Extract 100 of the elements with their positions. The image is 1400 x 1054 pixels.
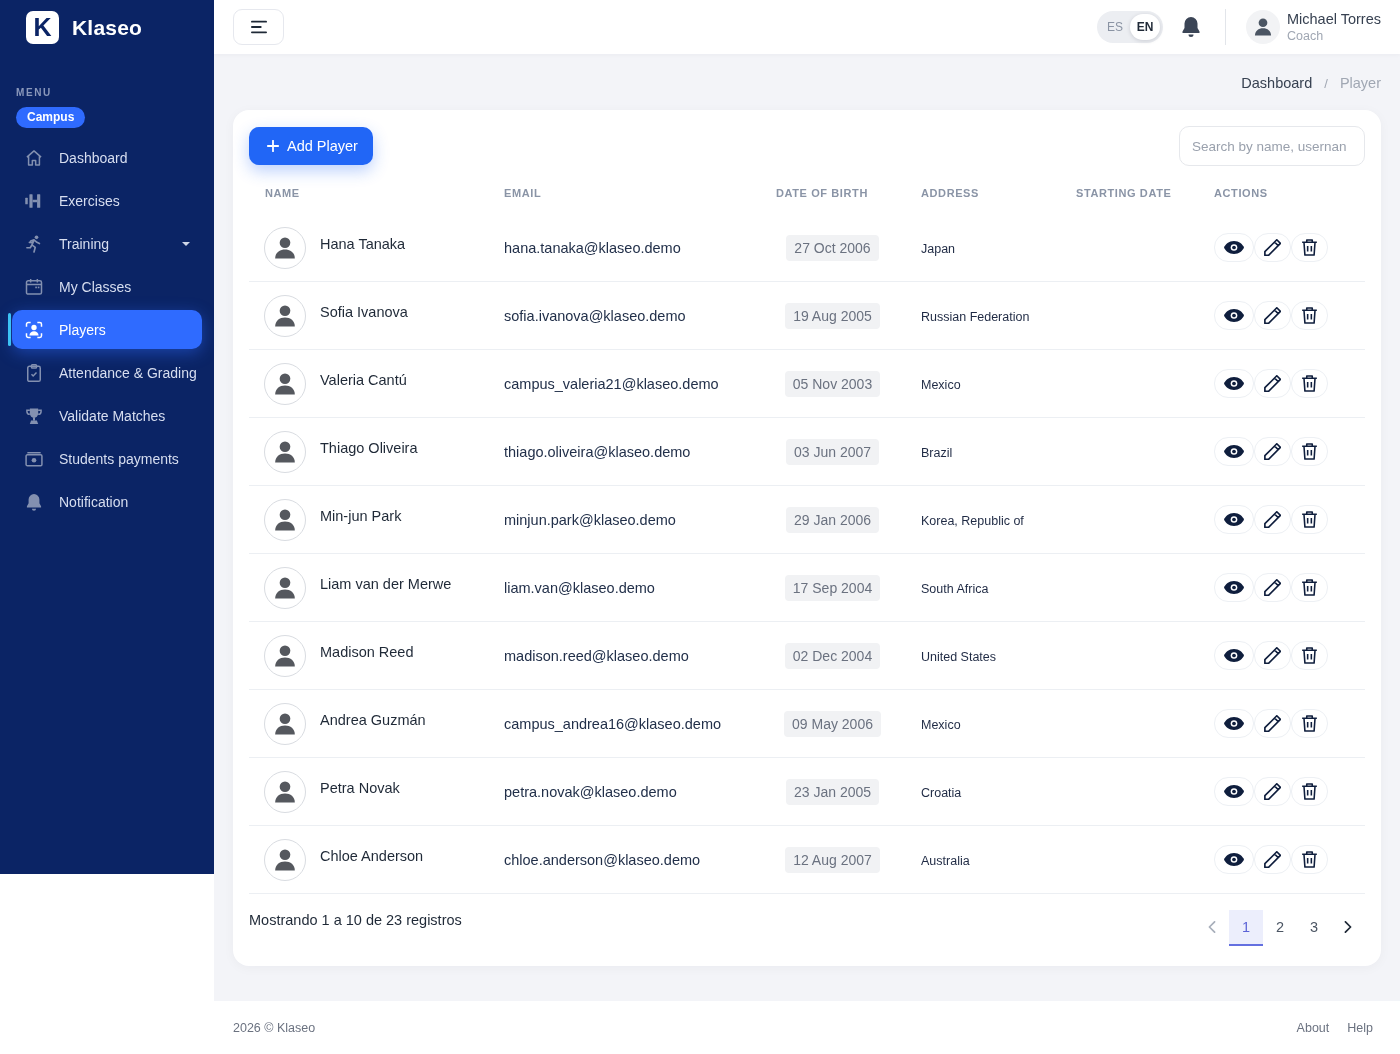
nav-item[interactable]: Attendance & Grading [8, 353, 202, 392]
trash-icon [1301, 851, 1318, 868]
player-email: campus_andrea16@klaseo.demo [503, 715, 722, 732]
pencil-icon [1264, 239, 1281, 256]
footer-link[interactable]: About [1296, 1020, 1330, 1035]
edit-button[interactable] [1254, 505, 1291, 534]
edit-button[interactable] [1254, 233, 1291, 262]
nav-item[interactable]: Students payments [8, 439, 202, 478]
eye-icon [1224, 377, 1244, 390]
page-button[interactable]: 2 [1263, 910, 1297, 946]
edit-button[interactable] [1254, 437, 1291, 466]
bell-icon [24, 491, 44, 512]
nav-item[interactable]: Validate Matches [8, 396, 202, 435]
nav-item[interactable]: Players [8, 310, 202, 349]
user-name: Michael Torres [1286, 10, 1381, 28]
breadcrumb-link[interactable]: Dashboard [1241, 75, 1313, 91]
edit-button[interactable] [1254, 709, 1291, 738]
add-player-button[interactable]: Add Player [249, 127, 373, 165]
pencil-icon [1264, 511, 1281, 528]
eye-icon [1224, 717, 1244, 730]
player-name: Thiago Oliveira [320, 439, 418, 456]
delete-button[interactable] [1291, 233, 1328, 262]
nav-item[interactable]: Training [8, 224, 202, 263]
eye-icon [1224, 649, 1244, 662]
player-address: Russian Federation [920, 309, 1030, 324]
page-button[interactable]: 3 [1297, 910, 1331, 946]
player-name: Andrea Guzmán [320, 711, 426, 728]
footer-link[interactable]: Help [1347, 1020, 1373, 1035]
delete-button[interactable] [1291, 505, 1328, 534]
player-email: liam.van@klaseo.demo [503, 579, 655, 596]
notification-button[interactable] [1181, 17, 1200, 37]
eye-icon [1224, 513, 1244, 526]
eye-icon [1224, 853, 1244, 866]
column-header: EMAIL [504, 186, 542, 199]
edit-button[interactable] [1254, 573, 1291, 602]
brand-name: Klaseo [72, 15, 143, 40]
breadcrumb-separator: / [1324, 75, 1328, 91]
birth-date: 05 Nov 2003 [784, 370, 881, 397]
eye-icon [1224, 445, 1244, 458]
column-header: NAME [265, 186, 300, 199]
player-address: United States [920, 649, 997, 664]
avatar-icon [264, 430, 306, 473]
birth-date: 03 Jun 2007 [785, 438, 880, 465]
player-email: chloe.anderson@klaseo.demo [503, 851, 701, 868]
view-button[interactable] [1214, 641, 1254, 670]
user-role: Coach [1286, 28, 1325, 44]
birth-date: 17 Sep 2004 [784, 574, 881, 601]
view-button[interactable] [1214, 437, 1254, 466]
view-button[interactable] [1214, 233, 1254, 262]
delete-button[interactable] [1291, 573, 1328, 602]
player-address: Japan [920, 241, 956, 256]
delete-button[interactable] [1291, 437, 1328, 466]
player-address: Mexico [920, 717, 961, 732]
player-email: petra.novak@klaseo.demo [503, 783, 677, 800]
trash-icon [1301, 239, 1318, 256]
avatar-icon [264, 294, 306, 337]
edit-button[interactable] [1254, 301, 1291, 330]
caret-icon [182, 241, 190, 246]
view-button[interactable] [1214, 505, 1254, 534]
delete-button[interactable] [1291, 301, 1328, 330]
view-button[interactable] [1214, 301, 1254, 330]
chevron-right-icon [1344, 921, 1352, 933]
view-button[interactable] [1214, 709, 1254, 738]
view-button[interactable] [1214, 369, 1254, 398]
nav-item[interactable]: Notification [8, 482, 202, 521]
page-button[interactable]: 1 [1229, 910, 1263, 946]
nav-item[interactable]: My Classes [8, 267, 202, 306]
edit-button[interactable] [1254, 845, 1291, 874]
nav-item[interactable]: Exercises [8, 181, 202, 220]
edit-button[interactable] [1254, 369, 1291, 398]
delete-button[interactable] [1291, 845, 1328, 874]
player-address: Australia [920, 853, 970, 868]
edit-button[interactable] [1254, 777, 1291, 806]
language-option[interactable]: EN [1129, 14, 1160, 40]
player-email: madison.reed@klaseo.demo [503, 647, 689, 664]
avatar-icon [264, 838, 306, 881]
player-name: Liam van der Merwe [320, 575, 452, 592]
search-field[interactable]: Search by name, usernan [1179, 126, 1365, 166]
language-switch[interactable]: ES EN [1096, 11, 1163, 43]
birth-date: 09 May 2006 [784, 710, 881, 737]
pencil-icon [1264, 851, 1281, 868]
delete-button[interactable] [1291, 709, 1328, 738]
view-button[interactable] [1214, 777, 1254, 806]
delete-button[interactable] [1291, 777, 1328, 806]
delete-button[interactable] [1291, 369, 1328, 398]
view-button[interactable] [1214, 845, 1254, 874]
edit-button[interactable] [1254, 641, 1291, 670]
birth-date: 29 Jan 2006 [785, 506, 880, 533]
menu-button[interactable] [233, 9, 284, 45]
delete-button[interactable] [1291, 641, 1328, 670]
trash-icon [1301, 783, 1318, 800]
nav-item[interactable]: Dashboard [8, 138, 202, 177]
trash-icon [1301, 579, 1318, 596]
plus-icon [267, 140, 279, 152]
player-email: minjun.park@klaseo.demo [503, 511, 676, 528]
trash-icon [1301, 647, 1318, 664]
view-button[interactable] [1214, 573, 1254, 602]
section-tag[interactable]: Campus [16, 107, 86, 128]
avatar-icon[interactable] [1245, 10, 1280, 44]
column-header: STARTING DATE [1076, 186, 1172, 199]
